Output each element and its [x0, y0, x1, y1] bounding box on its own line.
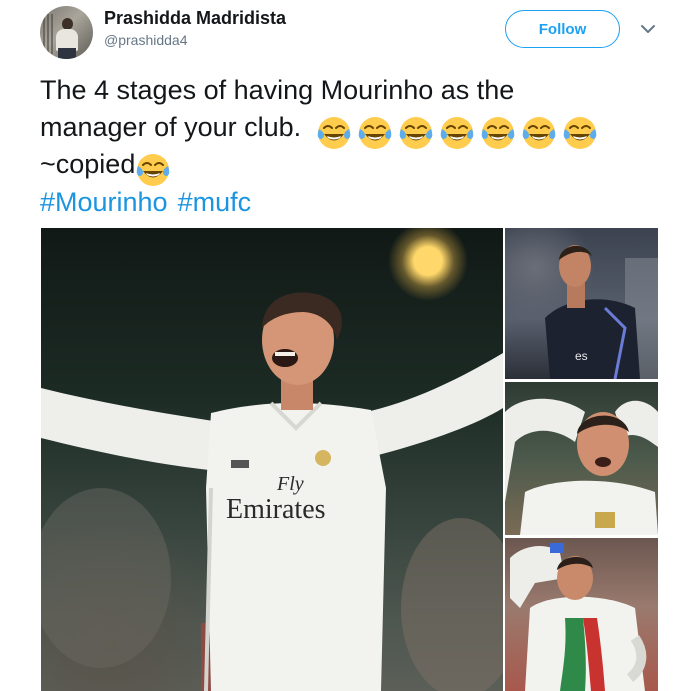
- hashtag-link[interactable]: #mufc: [178, 187, 252, 217]
- avatar[interactable]: [40, 6, 93, 59]
- media-photo-2[interactable]: es: [505, 228, 658, 379]
- tears-of-joy-emoji-icon: [358, 117, 392, 149]
- emoji-row: [316, 115, 603, 151]
- username[interactable]: @prashidda4: [104, 32, 188, 48]
- hashtags: #Mourinho #mufc: [40, 184, 680, 220]
- media-grid: Fly Emirates es: [41, 228, 658, 691]
- jersey-sponsor-text: Emirates: [226, 494, 326, 525]
- hashtag-link[interactable]: #Mourinho: [40, 187, 168, 217]
- tweet-text-line: The 4 stages of having Mourinho as the: [40, 75, 515, 105]
- tears-of-joy-emoji-icon: [399, 117, 433, 149]
- media-photo-3[interactable]: [505, 382, 658, 535]
- tweet-text-line: ~copied: [40, 146, 680, 186]
- tweet-text: The 4 stages of having Mourinho as the m…: [40, 72, 680, 220]
- tears-of-joy-emoji-icon: [317, 117, 351, 149]
- tears-of-joy-emoji-icon: [522, 117, 556, 149]
- jersey-sponsor-top: Fly: [276, 473, 304, 495]
- player-dark-kit-image: es: [545, 245, 658, 379]
- tweet-text-line: manager of your club.: [40, 109, 680, 149]
- jersey-sponsor-text: es: [575, 349, 588, 363]
- display-name[interactable]: Prashidda Madridista: [104, 8, 286, 29]
- emoji-row: [135, 152, 176, 188]
- player-celebrating-image: Fly Emirates: [41, 292, 503, 691]
- tears-of-joy-emoji-icon: [563, 117, 597, 149]
- tweet: Prashidda Madridista @prashidda4 Follow …: [0, 0, 700, 691]
- chevron-down-icon[interactable]: [640, 22, 656, 36]
- tweet-text-line-content: manager of your club.: [40, 112, 302, 142]
- tears-of-joy-emoji-icon: [137, 154, 170, 186]
- media-photo-4[interactable]: [505, 538, 658, 691]
- media-photo-main[interactable]: Fly Emirates: [41, 228, 503, 691]
- player-portugal-kit-image: [510, 543, 647, 691]
- tweet-text-line-content: ~copied: [40, 149, 136, 179]
- player-hands-on-head-image: [505, 398, 658, 535]
- tears-of-joy-emoji-icon: [481, 117, 515, 149]
- follow-button[interactable]: Follow: [505, 10, 620, 48]
- tears-of-joy-emoji-icon: [440, 117, 474, 149]
